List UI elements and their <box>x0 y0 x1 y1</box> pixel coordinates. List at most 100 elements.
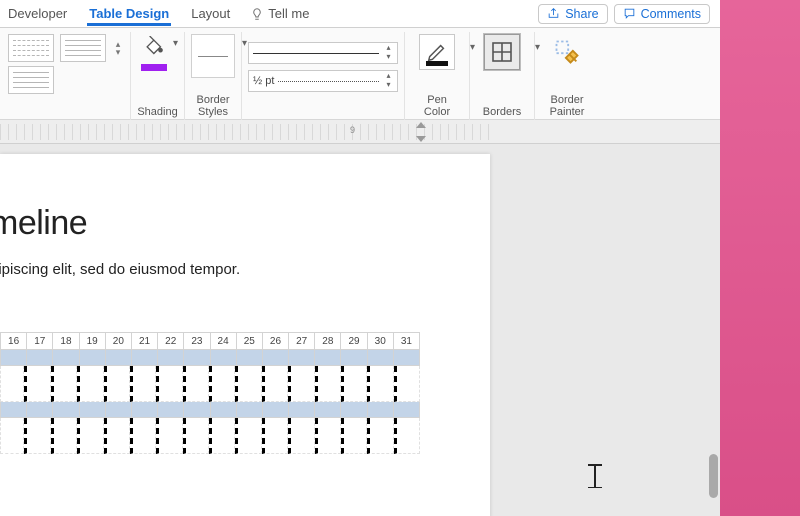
timeline-empty-cell[interactable] <box>24 418 50 454</box>
timeline-bar-cell[interactable] <box>80 402 106 418</box>
timeline-bar-cell[interactable] <box>289 350 315 366</box>
timeline-empty-cell[interactable] <box>209 418 235 454</box>
timeline-bar-cell[interactable] <box>0 350 27 366</box>
timeline-empty-cell[interactable] <box>0 366 24 402</box>
timeline-day-header[interactable]: 28 <box>315 332 341 350</box>
timeline-bar-cell[interactable] <box>289 402 315 418</box>
timeline-empty-cell[interactable] <box>341 366 367 402</box>
timeline-day-header[interactable]: 31 <box>394 332 420 350</box>
timeline-empty-cell[interactable] <box>262 418 288 454</box>
table-style-option[interactable] <box>60 34 106 62</box>
timeline-empty-cell[interactable] <box>77 418 103 454</box>
timeline-bar-cell[interactable] <box>27 402 53 418</box>
tab-layout[interactable]: Layout <box>189 2 232 26</box>
tab-developer[interactable]: Developer <box>6 2 69 26</box>
timeline-empty-cell[interactable] <box>104 366 130 402</box>
timeline-day-header[interactable]: 30 <box>368 332 394 350</box>
timeline-empty-cell[interactable] <box>209 366 235 402</box>
timeline-table[interactable]: 16171819202122232425262728293031 <box>0 332 420 454</box>
border-line-width-select[interactable]: ½ pt ▴ ▾ <box>248 70 398 92</box>
timeline-bar-cell[interactable] <box>106 350 132 366</box>
timeline-empty-cell[interactable] <box>235 366 261 402</box>
timeline-bar-cell[interactable] <box>106 402 132 418</box>
tab-table-design[interactable]: Table Design <box>87 2 171 26</box>
timeline-bar-cell[interactable] <box>211 402 237 418</box>
timeline-day-header[interactable]: 21 <box>132 332 158 350</box>
timeline-empty-cell[interactable] <box>104 418 130 454</box>
timeline-bar-cell[interactable] <box>263 402 289 418</box>
border-styles-button[interactable]: ▾ <box>191 32 235 78</box>
gallery-expand-button[interactable]: ▴ ▾ <box>112 41 124 56</box>
timeline-bar-cell[interactable] <box>237 402 263 418</box>
timeline-empty-cell[interactable] <box>262 366 288 402</box>
timeline-bar-cell[interactable] <box>368 402 394 418</box>
timeline-empty-cell[interactable] <box>130 366 156 402</box>
table-style-option[interactable] <box>8 66 54 94</box>
timeline-bar-cell[interactable] <box>394 350 420 366</box>
timeline-day-header[interactable]: 29 <box>341 332 367 350</box>
comments-button[interactable]: Comments <box>614 4 710 24</box>
timeline-day-header[interactable]: 17 <box>27 332 53 350</box>
spinner-buttons[interactable]: ▴ ▾ <box>382 44 395 62</box>
timeline-bar-cell[interactable] <box>0 402 27 418</box>
timeline-empty-cell[interactable] <box>394 366 420 402</box>
pen-color-button[interactable]: ▾ <box>411 32 463 70</box>
timeline-empty-cell[interactable] <box>51 366 77 402</box>
indent-marker-icon[interactable] <box>416 122 426 128</box>
timeline-empty-cell[interactable] <box>51 418 77 454</box>
shading-button[interactable]: ▾ <box>137 32 178 74</box>
timeline-empty-cell[interactable] <box>183 418 209 454</box>
timeline-day-header[interactable]: 18 <box>53 332 79 350</box>
timeline-bar-cell[interactable] <box>132 350 158 366</box>
share-button[interactable]: Share <box>538 4 607 24</box>
timeline-bar-cell[interactable] <box>27 350 53 366</box>
timeline-empty-cell[interactable] <box>288 366 314 402</box>
timeline-day-header[interactable]: 22 <box>158 332 184 350</box>
timeline-empty-cell[interactable] <box>315 418 341 454</box>
timeline-bar-cell[interactable] <box>237 350 263 366</box>
timeline-bar-cell[interactable] <box>341 350 367 366</box>
border-painter-button[interactable] <box>541 32 593 70</box>
vertical-scrollbar[interactable] <box>706 144 720 516</box>
timeline-empty-cell[interactable] <box>130 418 156 454</box>
table-style-option[interactable] <box>8 34 54 62</box>
timeline-empty-cell[interactable] <box>0 418 24 454</box>
timeline-bar-cell[interactable] <box>80 350 106 366</box>
timeline-bar-cell[interactable] <box>341 402 367 418</box>
horizontal-ruler[interactable]: 9 <box>0 124 490 140</box>
timeline-bar-cell[interactable] <box>53 350 79 366</box>
scrollbar-thumb[interactable] <box>709 454 718 498</box>
borders-button[interactable]: ▾ <box>476 32 528 70</box>
timeline-empty-cell[interactable] <box>315 366 341 402</box>
timeline-empty-cell[interactable] <box>183 366 209 402</box>
timeline-day-header[interactable]: 25 <box>237 332 263 350</box>
timeline-bar-cell[interactable] <box>315 350 341 366</box>
timeline-empty-cell[interactable] <box>235 418 261 454</box>
timeline-empty-cell[interactable] <box>156 418 182 454</box>
timeline-bar-cell[interactable] <box>158 350 184 366</box>
timeline-bar-cell[interactable] <box>394 402 420 418</box>
timeline-empty-cell[interactable] <box>367 366 393 402</box>
table-styles-gallery[interactable]: ▴ ▾ <box>8 32 124 94</box>
timeline-day-header[interactable]: 26 <box>263 332 289 350</box>
timeline-bar-cell[interactable] <box>158 402 184 418</box>
timeline-bar-cell[interactable] <box>211 350 237 366</box>
timeline-empty-cell[interactable] <box>77 366 103 402</box>
timeline-bar-cell[interactable] <box>263 350 289 366</box>
timeline-empty-cell[interactable] <box>288 418 314 454</box>
timeline-day-header[interactable]: 19 <box>80 332 106 350</box>
timeline-bar-cell[interactable] <box>315 402 341 418</box>
timeline-bar-cell[interactable] <box>184 402 210 418</box>
timeline-empty-cell[interactable] <box>341 418 367 454</box>
tell-me-search[interactable]: Tell me <box>250 6 309 21</box>
timeline-day-header[interactable]: 20 <box>106 332 132 350</box>
timeline-empty-cell[interactable] <box>24 366 50 402</box>
timeline-bar-cell[interactable] <box>184 350 210 366</box>
spinner-buttons[interactable]: ▴ ▾ <box>382 72 395 90</box>
timeline-bar-cell[interactable] <box>53 402 79 418</box>
timeline-empty-cell[interactable] <box>394 418 420 454</box>
timeline-bar-cell[interactable] <box>368 350 394 366</box>
timeline-day-header[interactable]: 16 <box>0 332 27 350</box>
indent-marker-icon[interactable] <box>416 136 426 142</box>
timeline-bar-cell[interactable] <box>132 402 158 418</box>
